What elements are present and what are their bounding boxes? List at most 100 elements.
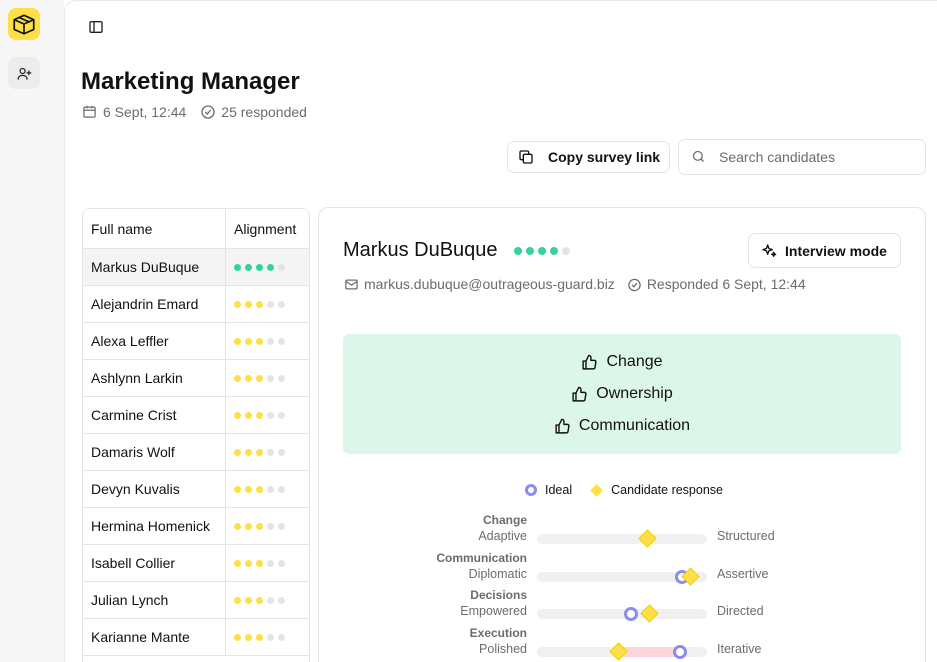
ideal-marker	[623, 607, 638, 621]
alignment-dot	[234, 300, 241, 308]
candidate-row-name: Alexa Leffler	[91, 333, 169, 349]
alignment-dot	[550, 247, 558, 255]
alignment-dot	[278, 596, 285, 604]
table-row[interactable]: Alejandrin Emard	[83, 286, 309, 323]
alignment-dot	[267, 411, 274, 419]
table-row[interactable]: Ashlynn Larkin	[83, 360, 309, 397]
table-row[interactable]: Isabell Collier	[83, 545, 309, 582]
copy-icon	[518, 149, 534, 165]
alignment-dots	[234, 374, 285, 382]
sidebar-toggle-button[interactable]	[86, 17, 106, 37]
alignment-dot	[234, 596, 241, 604]
candidate-row-alignment	[225, 471, 309, 507]
copy-survey-link-button[interactable]: Copy survey link	[507, 141, 670, 173]
alignment-dot	[267, 337, 274, 345]
candidate-row-name: Julian Lynch	[91, 592, 169, 608]
alignment-dot	[256, 411, 263, 419]
alignment-dot	[538, 247, 546, 255]
sidebar-toggle-icon	[88, 19, 104, 35]
interview-mode-label: Interview mode	[785, 242, 887, 259]
scale-category: Execution	[469, 625, 527, 640]
scale-category: Change	[482, 513, 527, 527]
alignment-dot	[245, 337, 252, 345]
alignment-dots	[234, 337, 285, 345]
table-row[interactable]: Damaris Wolf	[83, 434, 309, 471]
alignment-dot	[278, 448, 285, 456]
thumbs-up-icon	[554, 418, 571, 435]
alignment-dot	[256, 485, 263, 493]
candidate-marker-icon	[590, 483, 603, 497]
alignment-dot	[256, 448, 263, 456]
candidate-row-name: Karianne Mante	[91, 629, 190, 645]
box-logo-icon[interactable]	[8, 8, 40, 40]
alignment-dots	[234, 522, 285, 530]
scale-low-label: Empowered	[460, 604, 527, 618]
search-input[interactable]	[719, 149, 909, 165]
scale-category: Decisions	[470, 588, 527, 602]
scale-low-label: Polished	[479, 641, 527, 656]
candidate-row-name: Carmine Crist	[91, 407, 177, 423]
candidate-row-alignment	[225, 323, 309, 359]
table-row[interactable]: Carmine Crist	[83, 397, 309, 434]
table-body: Markus DuBuque Alejandrin Emard Alexa Leff…	[83, 249, 309, 656]
candidate-row-alignment	[225, 619, 309, 655]
alignment-dot	[256, 300, 263, 308]
legend-ideal-label: Ideal	[545, 483, 573, 497]
column-header-full-name[interactable]: Full name	[83, 221, 225, 237]
ideal-marker-icon	[525, 484, 537, 496]
add-user-button[interactable]	[8, 57, 40, 89]
alignment-dot	[278, 374, 285, 382]
candidates-table: Full name Alignment Markus DuBuque Alejan…	[82, 208, 310, 662]
scale-high-label: Structured	[717, 529, 775, 543]
alignment-dot	[278, 411, 285, 419]
search-icon	[691, 149, 707, 165]
table-header: Full name Alignment	[83, 209, 309, 249]
candidate-alignment-dots	[514, 247, 570, 255]
alignment-dot	[245, 485, 252, 493]
table-row[interactable]: Markus DuBuque	[83, 249, 309, 286]
column-header-alignment[interactable]: Alignment	[225, 209, 309, 248]
scale-track	[537, 604, 707, 623]
scale-high-label: Iterative	[717, 641, 762, 656]
alignment-dot	[256, 633, 263, 641]
check-circle-icon	[627, 277, 642, 292]
page-title: Marketing Manager	[81, 68, 300, 95]
candidate-row-name: Ashlynn Larkin	[91, 370, 183, 386]
copy-survey-link-label: Copy survey link	[548, 149, 661, 165]
survey-date: 6 Sept, 12:44	[103, 104, 187, 120]
alignment-dot	[245, 596, 252, 604]
alignment-dot	[245, 411, 252, 419]
candidate-panel: Markus DuBuque Interview mode markus.dub…	[318, 207, 926, 662]
scale-gap-highlight	[618, 646, 680, 657]
alignment-dot	[278, 300, 285, 308]
responded-count: 25 responded	[221, 104, 307, 120]
candidate-row-alignment	[225, 397, 309, 433]
alignment-dot	[245, 300, 252, 308]
alignment-dot	[256, 596, 263, 604]
candidate-email[interactable]: markus.dubuque@outrageous-guard.biz	[364, 276, 615, 292]
scale-high-label: Assertive	[717, 566, 769, 581]
table-row[interactable]: Karianne Mante	[83, 619, 309, 656]
app-rail	[0, 0, 64, 662]
alignment-dot	[278, 263, 285, 271]
alignment-dots	[234, 596, 285, 604]
interview-mode-button[interactable]: Interview mode	[748, 233, 901, 268]
table-row[interactable]: Alexa Leffler	[83, 323, 309, 360]
legend-candidate-label: Candidate response	[611, 483, 723, 497]
scale-track	[537, 529, 707, 548]
alignment-dot	[267, 485, 274, 493]
alignment-dot	[234, 485, 241, 493]
table-row[interactable]: Hermina Homenick	[83, 508, 309, 545]
alignment-dot	[234, 337, 241, 345]
strength-item: Communication	[554, 410, 690, 442]
scale-track	[537, 566, 707, 586]
scale-low-label: Diplomatic	[468, 566, 527, 581]
alignment-dot	[256, 559, 263, 567]
alignment-dots	[234, 633, 285, 641]
alignment-dot	[267, 633, 274, 641]
table-row[interactable]: Devyn Kuvalis	[83, 471, 309, 508]
alignment-scale: Execution Polished Iterative	[319, 626, 927, 662]
table-row[interactable]: Julian Lynch	[83, 582, 309, 619]
scale-low-label: Adaptive	[478, 529, 527, 543]
alignment-dot	[267, 374, 274, 382]
